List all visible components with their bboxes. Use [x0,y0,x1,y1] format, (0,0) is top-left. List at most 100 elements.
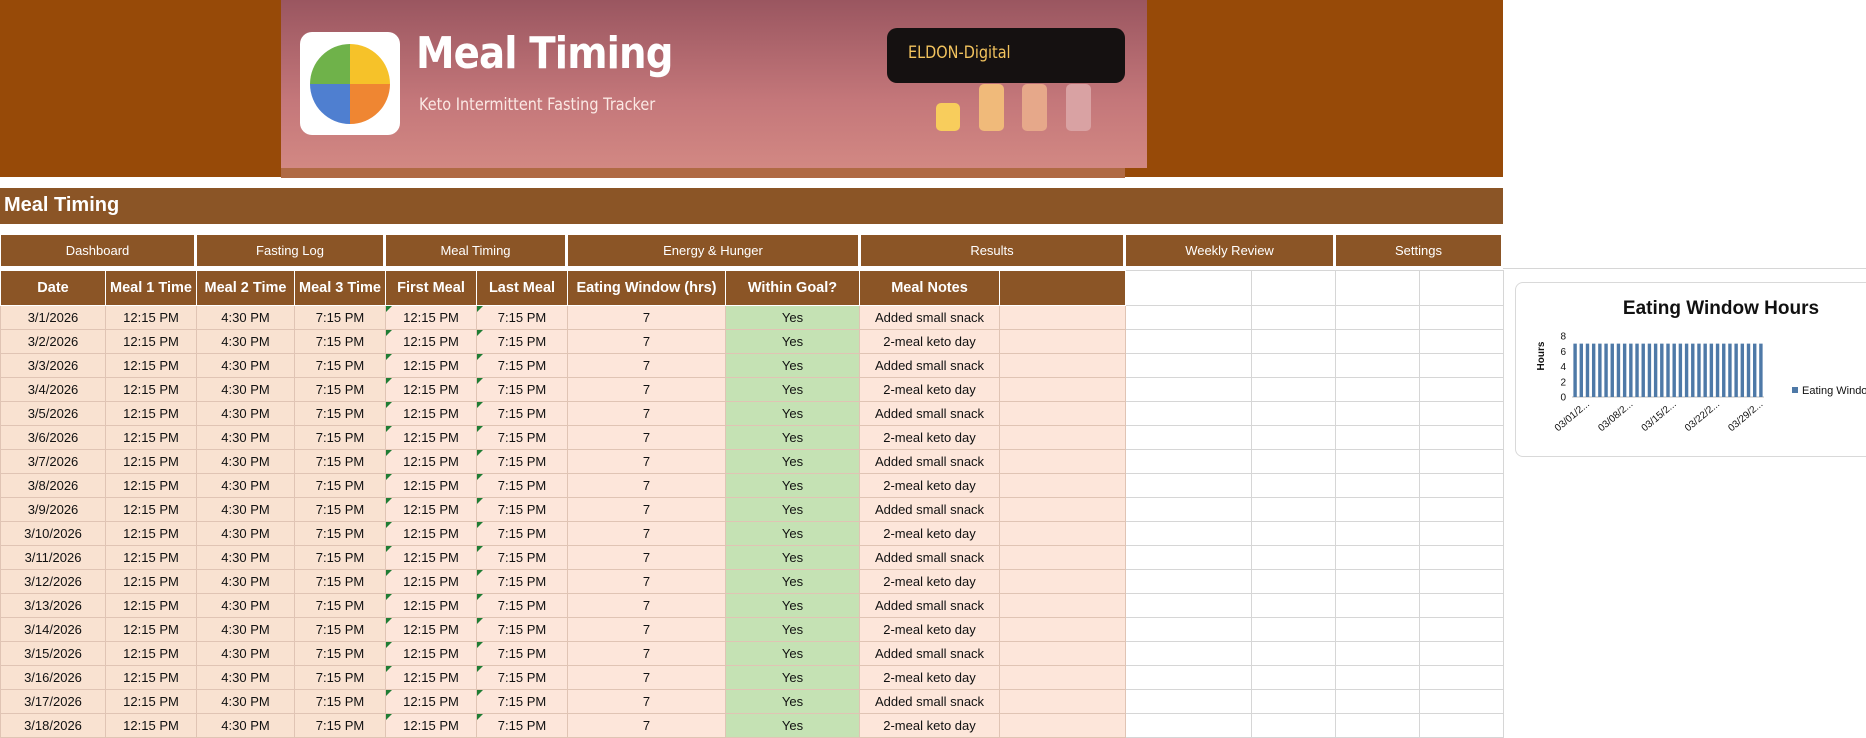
cell-meal1-time[interactable]: 12:15 PM [105,449,197,474]
cell-meal1-time[interactable]: 12:15 PM [105,305,197,330]
cell-extra[interactable] [999,329,1126,354]
cell-within-goal[interactable]: Yes [725,353,860,378]
empty-cell[interactable] [1419,449,1504,474]
cell-meal3-time[interactable]: 7:15 PM [294,545,386,570]
empty-cell[interactable] [1125,521,1252,546]
cell-eating-window[interactable]: 7 [567,473,726,498]
empty-header-cell[interactable] [1419,270,1504,306]
empty-cell[interactable] [1335,665,1420,690]
empty-cell[interactable] [1125,329,1252,354]
cell-last-meal[interactable]: 7:15 PM [476,305,568,330]
cell-meal2-time[interactable]: 4:30 PM [196,593,295,618]
cell-meal1-time[interactable]: 12:15 PM [105,497,197,522]
empty-header-cell[interactable] [1125,270,1252,306]
cell-extra[interactable] [999,521,1126,546]
cell-meal3-time[interactable]: 7:15 PM [294,305,386,330]
empty-cell[interactable] [1419,665,1504,690]
cell-meal3-time[interactable]: 7:15 PM [294,593,386,618]
cell-first-meal[interactable]: 12:15 PM [385,473,477,498]
cell-date[interactable]: 3/7/2026 [0,449,106,474]
cell-extra[interactable] [999,305,1126,330]
cell-first-meal[interactable]: 12:15 PM [385,689,477,714]
cell-date[interactable]: 3/5/2026 [0,401,106,426]
empty-cell[interactable] [1419,713,1504,738]
cell-within-goal[interactable]: Yes [725,545,860,570]
cell-meal2-time[interactable]: 4:30 PM [196,353,295,378]
empty-cell[interactable] [1335,641,1420,666]
cell-extra[interactable] [999,377,1126,402]
cell-within-goal[interactable]: Yes [725,593,860,618]
cell-first-meal[interactable]: 12:15 PM [385,449,477,474]
cell-meal-notes[interactable]: Added small snack [859,593,1000,618]
cell-extra[interactable] [999,689,1126,714]
cell-meal1-time[interactable]: 12:15 PM [105,377,197,402]
cell-meal2-time[interactable]: 4:30 PM [196,305,295,330]
cell-meal1-time[interactable]: 12:15 PM [105,545,197,570]
cell-first-meal[interactable]: 12:15 PM [385,593,477,618]
empty-cell[interactable] [1125,305,1252,330]
cell-date[interactable]: 3/4/2026 [0,377,106,402]
empty-cell[interactable] [1335,545,1420,570]
empty-cell[interactable] [1335,569,1420,594]
cell-meal3-time[interactable]: 7:15 PM [294,521,386,546]
cell-meal-notes[interactable]: Added small snack [859,497,1000,522]
empty-cell[interactable] [1251,425,1336,450]
empty-cell[interactable] [1335,521,1420,546]
nav-meal-timing[interactable]: Meal Timing [386,235,565,266]
cell-meal1-time[interactable]: 12:15 PM [105,401,197,426]
cell-meal3-time[interactable]: 7:15 PM [294,641,386,666]
cell-extra[interactable] [999,545,1126,570]
cell-eating-window[interactable]: 7 [567,689,726,714]
cell-meal2-time[interactable]: 4:30 PM [196,641,295,666]
cell-last-meal[interactable]: 7:15 PM [476,713,568,738]
cell-meal-notes[interactable]: Added small snack [859,401,1000,426]
cell-meal1-time[interactable]: 12:15 PM [105,329,197,354]
empty-cell[interactable] [1419,689,1504,714]
cell-last-meal[interactable]: 7:15 PM [476,329,568,354]
cell-extra[interactable] [999,617,1126,642]
cell-meal2-time[interactable]: 4:30 PM [196,449,295,474]
empty-cell[interactable] [1125,449,1252,474]
empty-cell[interactable] [1251,497,1336,522]
cell-eating-window[interactable]: 7 [567,521,726,546]
cell-date[interactable]: 3/16/2026 [0,665,106,690]
empty-cell[interactable] [1251,569,1336,594]
cell-meal1-time[interactable]: 12:15 PM [105,473,197,498]
cell-first-meal[interactable]: 12:15 PM [385,329,477,354]
cell-eating-window[interactable]: 7 [567,497,726,522]
empty-cell[interactable] [1419,617,1504,642]
cell-eating-window[interactable]: 7 [567,401,726,426]
cell-meal-notes[interactable]: 2-meal keto day [859,473,1000,498]
empty-cell[interactable] [1335,329,1420,354]
cell-eating-window[interactable]: 7 [567,449,726,474]
cell-date[interactable]: 3/13/2026 [0,593,106,618]
cell-within-goal[interactable]: Yes [725,497,860,522]
empty-cell[interactable] [1125,497,1252,522]
empty-cell[interactable] [1251,689,1336,714]
empty-cell[interactable] [1419,593,1504,618]
cell-last-meal[interactable]: 7:15 PM [476,521,568,546]
cell-meal-notes[interactable]: 2-meal keto day [859,329,1000,354]
cell-date[interactable]: 3/15/2026 [0,641,106,666]
cell-first-meal[interactable]: 12:15 PM [385,377,477,402]
cell-eating-window[interactable]: 7 [567,593,726,618]
empty-cell[interactable] [1251,617,1336,642]
cell-meal-notes[interactable]: 2-meal keto day [859,425,1000,450]
empty-cell[interactable] [1251,521,1336,546]
empty-cell[interactable] [1419,329,1504,354]
cell-meal1-time[interactable]: 12:15 PM [105,593,197,618]
cell-meal3-time[interactable]: 7:15 PM [294,377,386,402]
empty-cell[interactable] [1419,473,1504,498]
cell-within-goal[interactable]: Yes [725,425,860,450]
empty-cell[interactable] [1419,521,1504,546]
cell-meal3-time[interactable]: 7:15 PM [294,713,386,738]
cell-meal1-time[interactable]: 12:15 PM [105,641,197,666]
nav-results[interactable]: Results [861,235,1123,266]
empty-cell[interactable] [1125,713,1252,738]
cell-first-meal[interactable]: 12:15 PM [385,665,477,690]
empty-cell[interactable] [1125,473,1252,498]
cell-meal2-time[interactable]: 4:30 PM [196,497,295,522]
empty-cell[interactable] [1125,641,1252,666]
cell-extra[interactable] [999,497,1126,522]
cell-eating-window[interactable]: 7 [567,305,726,330]
